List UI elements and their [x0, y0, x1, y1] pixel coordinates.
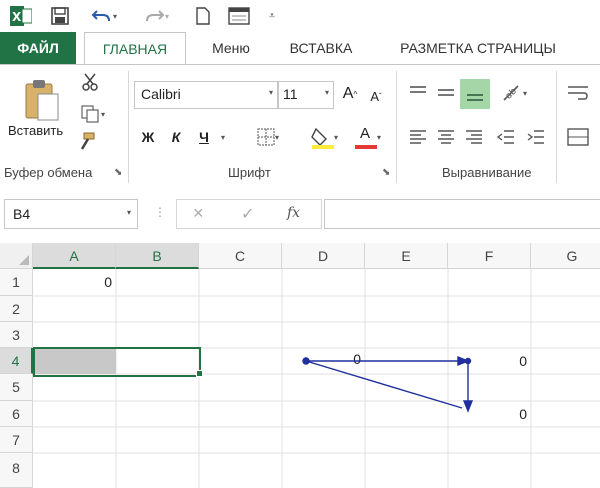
- merge-cells-icon[interactable]: [564, 125, 592, 149]
- clipboard-group-label: Буфер обмена: [4, 165, 93, 180]
- tab-file[interactable]: ФАЙЛ: [0, 32, 76, 64]
- chevron-down-icon[interactable]: ▾: [269, 88, 273, 97]
- more-icon: ⋮: [154, 205, 166, 219]
- font-color-letter: A: [359, 125, 370, 142]
- italic-button[interactable]: К: [166, 125, 186, 149]
- quick-access-toolbar: X ▾ ▾ ⩡: [0, 0, 600, 32]
- formula-controls: × ✓ fx: [176, 199, 322, 229]
- tab-page-layout[interactable]: РАЗМЕТКА СТРАНИЦЫ: [380, 32, 576, 64]
- formula-bar: B4 ▾ ⋮ × ✓ fx: [0, 189, 600, 239]
- chevron-down-icon[interactable]: ▾: [127, 208, 131, 217]
- spreadsheet-grid: A B C D E F G 1 2 3 4 5 6 7 8 0 0 0 0: [0, 243, 600, 488]
- font-group-label: Шрифт: [228, 165, 271, 180]
- excel-logo-icon: X: [8, 5, 34, 27]
- paste-button[interactable]: Вставить: [8, 123, 63, 138]
- chevron-down-icon[interactable]: ▾: [325, 88, 329, 97]
- font-name-value: Calibri: [141, 86, 181, 102]
- shrink-font-label: A: [370, 88, 379, 104]
- align-middle-icon[interactable]: [434, 81, 458, 105]
- insert-function-icon[interactable]: fx: [287, 205, 300, 221]
- cancel-icon[interactable]: ×: [193, 203, 204, 224]
- name-box-value: B4: [13, 206, 31, 222]
- svg-text:X: X: [12, 10, 22, 24]
- align-right-icon[interactable]: [462, 125, 486, 149]
- trace-arrows: [302, 355, 474, 413]
- font-name-select[interactable]: Calibri ▾: [134, 81, 278, 109]
- formula-input[interactable]: [324, 199, 600, 229]
- grow-font-button[interactable]: A ^: [340, 83, 360, 105]
- divider: [556, 71, 557, 183]
- clipboard-launcher-icon[interactable]: ⬊: [114, 167, 122, 178]
- font-size-value: 11: [283, 86, 298, 102]
- undo-icon[interactable]: ▾: [86, 5, 122, 27]
- fill-color-icon[interactable]: ▾: [302, 123, 346, 151]
- copy-icon[interactable]: ▾: [70, 103, 116, 125]
- ribbon-tabs: ФАЙЛ ГЛАВНАЯ Меню ВСТАВКА РАЗМЕТКА СТРАН…: [0, 32, 600, 66]
- format-painter-icon[interactable]: [72, 131, 100, 153]
- font-size-select[interactable]: 11 ▾: [278, 81, 334, 109]
- bold-button[interactable]: Ж: [138, 125, 158, 149]
- font-color-icon[interactable]: A ▾: [348, 123, 388, 151]
- divider: [128, 71, 129, 183]
- cut-icon[interactable]: [70, 71, 110, 93]
- name-box[interactable]: B4 ▾: [4, 199, 138, 229]
- svg-text:ab: ab: [504, 86, 519, 101]
- redo-icon[interactable]: ▾: [138, 5, 174, 27]
- font-launcher-icon[interactable]: ⬊: [382, 167, 390, 178]
- decrease-indent-icon[interactable]: [494, 125, 518, 149]
- confirm-icon[interactable]: ✓: [241, 204, 254, 224]
- new-document-icon[interactable]: [192, 5, 214, 27]
- underline-button[interactable]: Ч: [194, 125, 214, 149]
- print-preview-icon[interactable]: [226, 5, 252, 27]
- align-left-icon[interactable]: [406, 125, 430, 149]
- wrap-text-icon[interactable]: [564, 81, 592, 105]
- tab-insert[interactable]: ВСТАВКА: [276, 32, 366, 64]
- orientation-icon[interactable]: ab ▾: [494, 81, 534, 105]
- tab-home[interactable]: ГЛАВНАЯ: [84, 32, 186, 66]
- alignment-group-label: Выравнивание: [442, 165, 532, 180]
- tab-menu[interactable]: Меню: [196, 32, 266, 64]
- save-icon[interactable]: [48, 5, 72, 27]
- grow-font-label: A: [342, 85, 354, 102]
- increase-indent-icon[interactable]: [524, 125, 548, 149]
- align-top-icon[interactable]: [406, 81, 430, 105]
- align-center-icon[interactable]: [434, 125, 458, 149]
- ribbon: Вставить ▾ Буфер обмена ⬊ Calibri ▾ 11 ▾…: [0, 64, 600, 190]
- divider: [396, 71, 397, 183]
- underline-dropdown[interactable]: ▾: [216, 125, 230, 149]
- align-bottom-icon[interactable]: [460, 79, 490, 109]
- shrink-font-button[interactable]: Aˇ: [366, 85, 386, 107]
- customize-toolbar-icon[interactable]: ⩡: [264, 5, 280, 27]
- paste-icon[interactable]: [20, 75, 64, 125]
- borders-icon[interactable]: ▾: [248, 125, 288, 149]
